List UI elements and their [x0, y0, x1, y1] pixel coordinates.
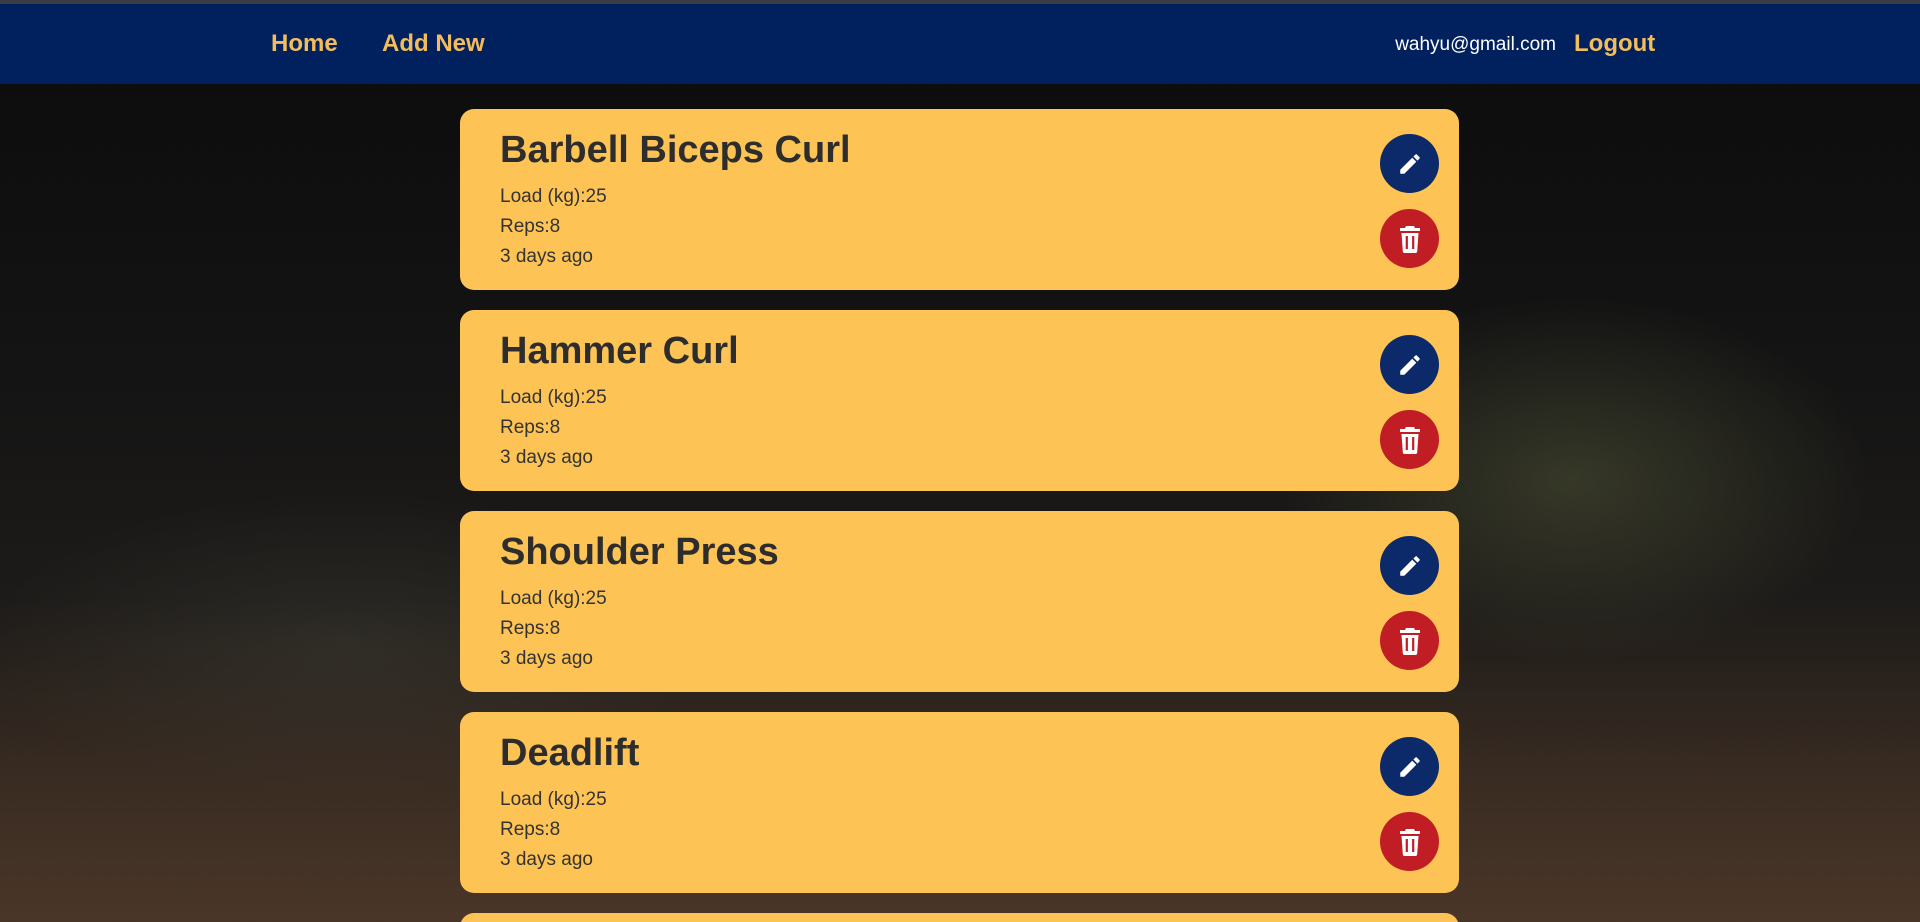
workout-list: Barbell Biceps Curl Load (kg):25 Reps:8 …	[460, 109, 1459, 922]
workout-title: Hammer Curl	[500, 330, 739, 372]
pencil-icon	[1399, 555, 1420, 576]
delete-button[interactable]	[1380, 410, 1439, 469]
workout-card: Shoulder Press Load (kg):25 Reps:8 3 day…	[460, 511, 1459, 692]
workout-reps: Reps:8	[500, 216, 561, 237]
workout-load: Load (kg):25	[500, 789, 607, 810]
workout-reps: Reps:8	[500, 819, 561, 840]
delete-button[interactable]	[1380, 209, 1439, 268]
workout-reps: Reps:8	[500, 417, 561, 438]
edit-button[interactable]	[1380, 134, 1439, 193]
pencil-icon	[1399, 756, 1420, 777]
workout-timestamp: 3 days ago	[500, 648, 593, 669]
trash-icon	[1399, 225, 1420, 253]
workout-title: Barbell Biceps Curl	[500, 129, 851, 171]
workout-timestamp: 3 days ago	[500, 849, 593, 870]
workout-timestamp: 3 days ago	[500, 447, 593, 468]
pencil-icon	[1399, 153, 1420, 174]
workout-card: Barbell Biceps Curl Load (kg):25 Reps:8 …	[460, 109, 1459, 290]
workout-title: Shoulder Press	[500, 531, 779, 573]
workout-timestamp: 3 days ago	[500, 246, 593, 267]
navbar: Home Add New wahyu@gmail.com Logout	[0, 4, 1920, 84]
edit-button[interactable]	[1380, 536, 1439, 595]
nav-add-new-link[interactable]: Add New	[382, 30, 485, 58]
workout-card-partial	[460, 913, 1459, 922]
workout-card: Deadlift Load (kg):25 Reps:8 3 days ago	[460, 712, 1459, 893]
trash-icon	[1399, 426, 1420, 454]
workout-load: Load (kg):25	[500, 186, 607, 207]
workout-load: Load (kg):25	[500, 387, 607, 408]
workout-title: Deadlift	[500, 732, 640, 774]
workout-card: Hammer Curl Load (kg):25 Reps:8 3 days a…	[460, 310, 1459, 491]
trash-icon	[1399, 828, 1420, 856]
trash-icon	[1399, 627, 1420, 655]
workout-load: Load (kg):25	[500, 588, 607, 609]
logout-button[interactable]: Logout	[1574, 30, 1655, 58]
workout-reps: Reps:8	[500, 618, 561, 639]
user-email: wahyu@gmail.com	[1395, 34, 1556, 55]
delete-button[interactable]	[1380, 812, 1439, 871]
nav-home-link[interactable]: Home	[271, 30, 338, 58]
delete-button[interactable]	[1380, 611, 1439, 670]
edit-button[interactable]	[1380, 335, 1439, 394]
edit-button[interactable]	[1380, 737, 1439, 796]
pencil-icon	[1399, 354, 1420, 375]
